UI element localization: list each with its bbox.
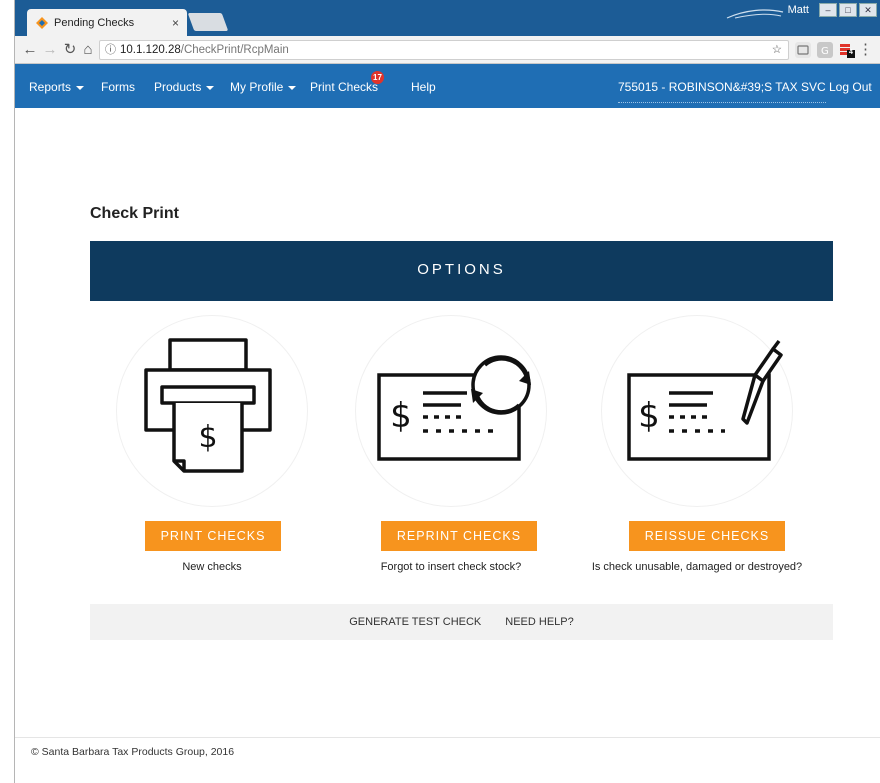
maximize-icon[interactable]: □ (839, 3, 857, 17)
close-window-icon[interactable]: ✕ (859, 3, 877, 17)
window-controls: – □ ✕ (819, 3, 877, 17)
extension-stack-icon[interactable]: 4 (839, 42, 855, 58)
url-path: /CheckPrint/RcpMain (180, 44, 289, 56)
need-help-link[interactable]: NEED HELP? (505, 616, 573, 628)
secondary-links-bar: GENERATE TEST CHECK NEED HELP? (90, 604, 833, 640)
reprint-checks-button[interactable]: REPRINT CHECKS (381, 521, 537, 551)
tab-title: Pending Checks (54, 16, 135, 29)
svg-text:$: $ (390, 396, 412, 436)
caret-down-icon (76, 85, 85, 90)
url-host: 10.1.120.28 (120, 44, 181, 56)
nav-label: Print Checks (310, 80, 379, 94)
extension-badge: 4 (849, 49, 853, 56)
forward-icon[interactable]: → (41, 41, 59, 59)
profile-button[interactable]: Matt (723, 2, 815, 22)
nav-label: Products (154, 80, 202, 94)
browser-toolbar: ← → ↻ ⌂ ⓘ 10.1.120.28/CheckPrint/RcpMain… (15, 36, 880, 64)
extension-cast-icon[interactable] (795, 42, 811, 58)
browser-menu-icon[interactable]: ⋮ (858, 40, 873, 58)
reprint-check-icon: $ (377, 355, 531, 461)
minimize-icon[interactable]: – (819, 3, 837, 17)
printer-check-icon: $ (144, 338, 272, 473)
svg-text:$: $ (638, 396, 660, 436)
reload-icon[interactable]: ↻ (61, 41, 79, 59)
svg-text:$: $ (198, 420, 217, 455)
check-pen-icon: $ (627, 339, 783, 461)
nav-label: Help (411, 80, 436, 94)
print-checks-button[interactable]: PRINT CHECKS (145, 521, 281, 551)
nav-reports[interactable]: Reports (29, 80, 85, 94)
generate-test-check-link[interactable]: GENERATE TEST CHECK (349, 616, 481, 628)
nav-my-profile[interactable]: My Profile (230, 80, 297, 94)
site-info-icon[interactable]: ⓘ (105, 41, 116, 59)
page-title: Check Print (90, 205, 179, 222)
reissue-checks-button[interactable]: REISSUE CHECKS (629, 521, 785, 551)
svg-text:G: G (821, 46, 829, 57)
nav-label: My Profile (230, 80, 284, 94)
logout-link[interactable]: Log Out (829, 80, 872, 94)
new-tab-button[interactable] (187, 13, 229, 31)
extension-g-icon[interactable]: G (817, 42, 833, 58)
reissue-checks-description: Is check unusable, damaged or destroyed? (591, 561, 803, 573)
bookmark-star-icon[interactable]: ☆ (772, 41, 782, 59)
nav-help[interactable]: Help (411, 80, 436, 94)
options-banner: OPTIONS (90, 241, 833, 301)
app-navbar: Reports Forms Products My Profile Print … (15, 64, 880, 108)
back-icon[interactable]: ← (21, 41, 39, 59)
account-name[interactable]: 755015 - ROBINSON&#39;S TAX SVC (618, 80, 826, 103)
nav-products[interactable]: Products (154, 80, 215, 94)
browser-titlebar: Pending Checks × Matt – □ ✕ (15, 0, 880, 36)
caret-down-icon (206, 85, 215, 90)
footer-divider (15, 737, 880, 738)
nav-forms[interactable]: Forms (101, 80, 135, 94)
browser-tab[interactable]: Pending Checks × (27, 9, 187, 36)
home-icon[interactable]: ⌂ (79, 41, 97, 59)
favicon-icon (35, 16, 49, 30)
nav-label: Forms (101, 80, 135, 94)
profile-name: Matt (787, 4, 809, 16)
caret-down-icon (288, 85, 297, 90)
nav-label: Reports (29, 80, 72, 94)
tab-close-icon[interactable]: × (172, 16, 179, 30)
address-bar[interactable]: ⓘ 10.1.120.28/CheckPrint/RcpMain ☆ (99, 40, 789, 60)
print-checks-badge: 17 (371, 71, 384, 84)
browser-window: Pending Checks × Matt – □ ✕ ← → ↻ ⌂ ⓘ 10… (14, 0, 880, 783)
nav-print-checks[interactable]: Print Checks (310, 80, 378, 94)
print-checks-description: New checks (182, 561, 242, 573)
reprint-checks-description: Forgot to insert check stock? (380, 561, 522, 573)
footer-copyright: © Santa Barbara Tax Products Group, 2016 (31, 746, 235, 758)
profile-swoosh-icon (726, 9, 784, 19)
